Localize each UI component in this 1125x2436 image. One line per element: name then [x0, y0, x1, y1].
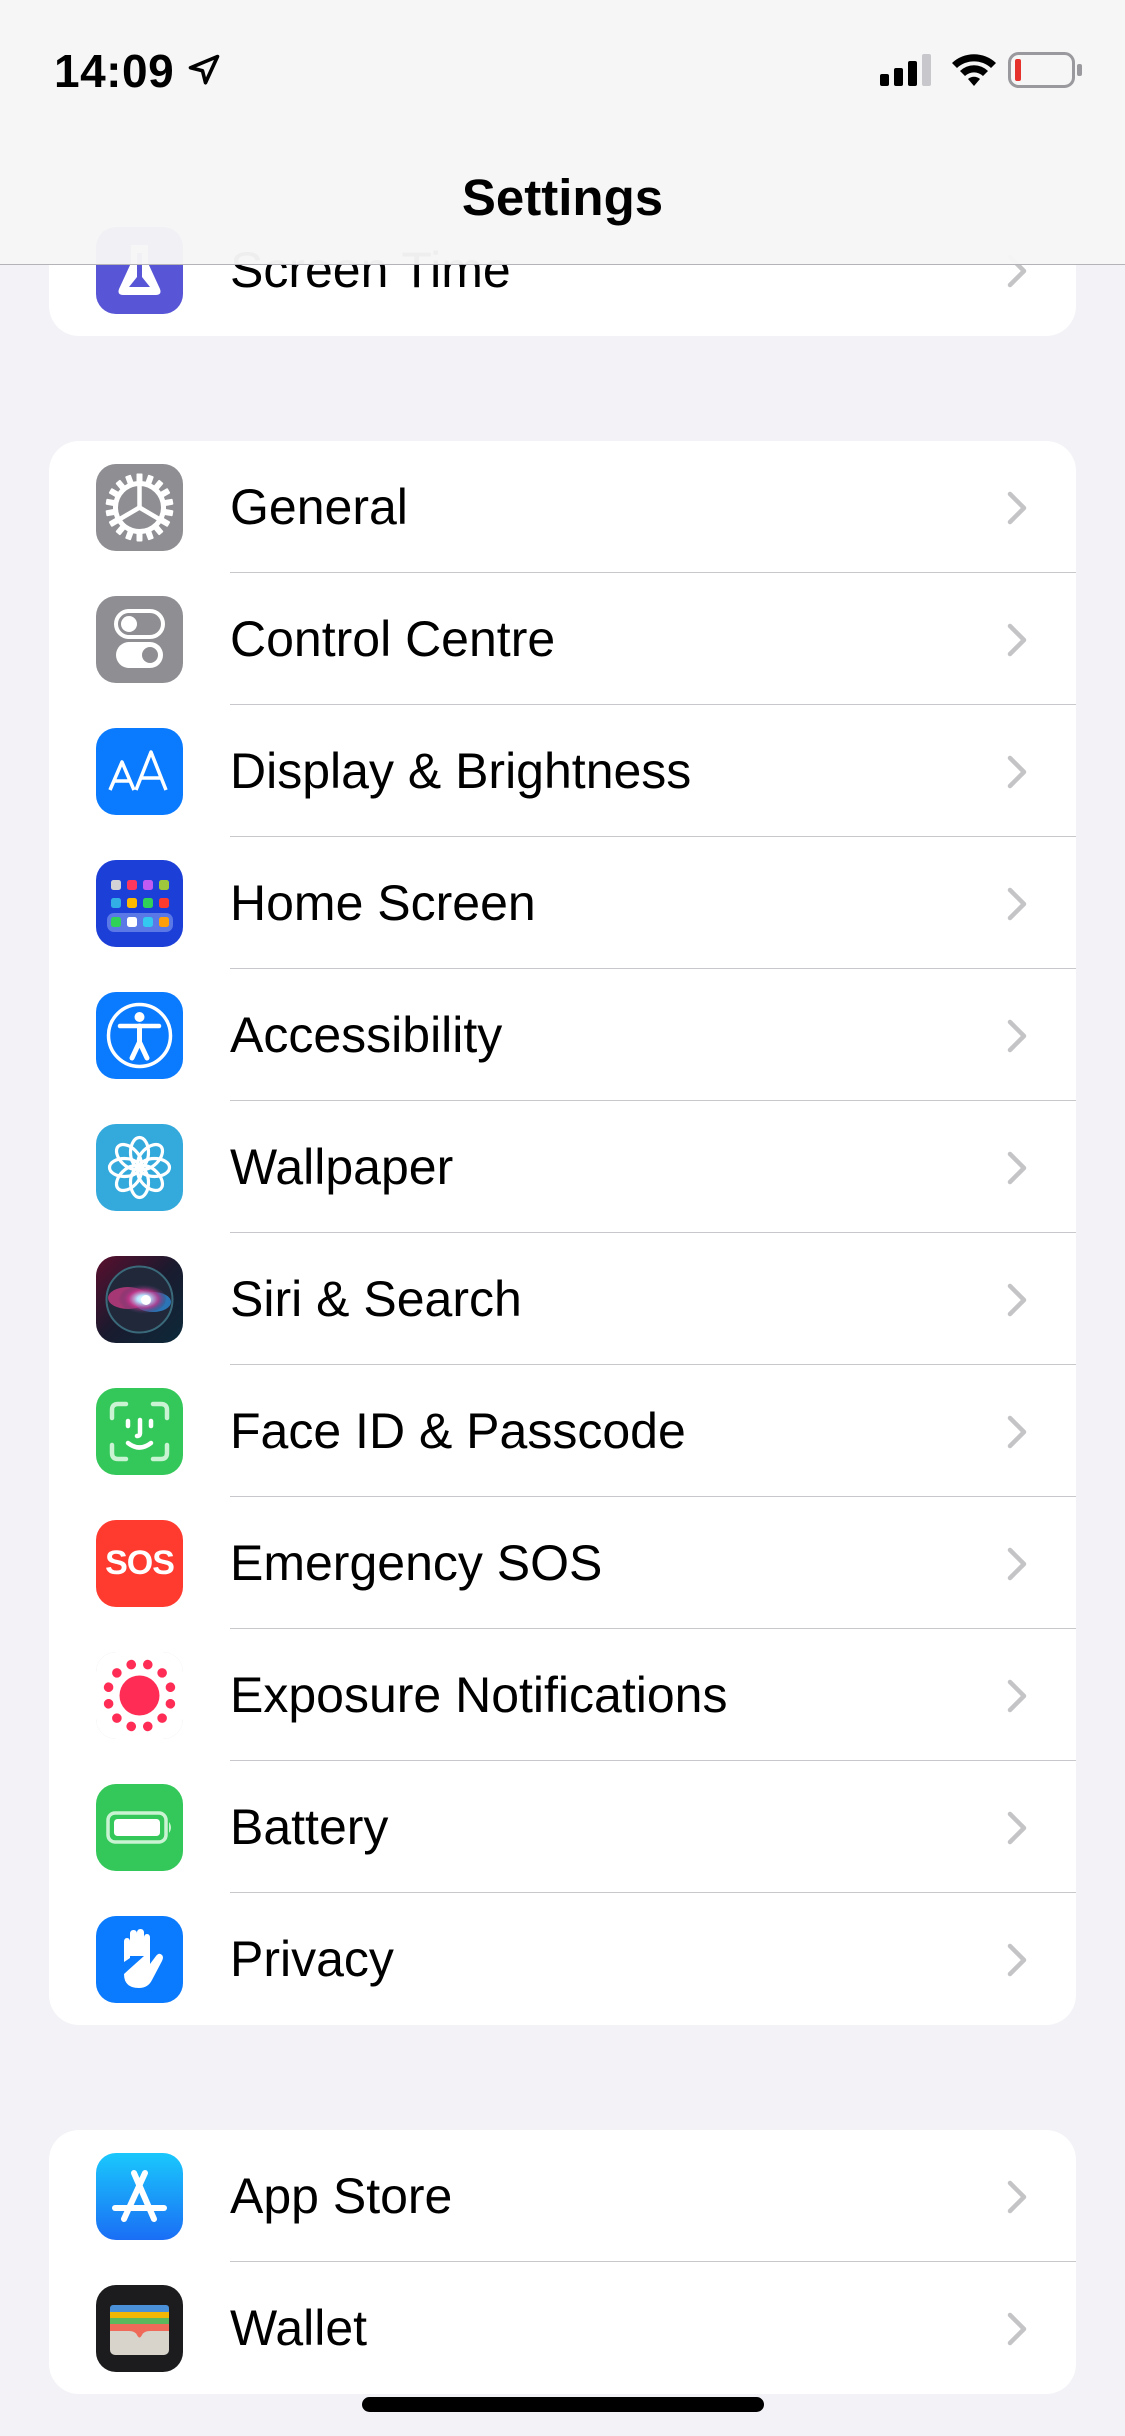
hand-icon — [96, 1916, 183, 2003]
status-bar: 14:09 — [0, 0, 1125, 130]
text-size-icon — [96, 728, 183, 815]
cellular-signal-icon — [880, 54, 931, 86]
chevron-right-icon — [1007, 1283, 1027, 1317]
settings-row-label: Emergency SOS — [230, 1535, 603, 1591]
settings-row-label: Privacy — [230, 1931, 394, 1987]
chevron-right-icon — [1007, 623, 1027, 657]
battery-status-icon — [1008, 52, 1082, 88]
settings-row-wallpaper[interactable]: Wallpaper — [49, 1101, 1076, 1233]
chevron-right-icon — [1007, 887, 1027, 921]
gear-icon — [96, 464, 183, 551]
accessibility-icon — [96, 992, 183, 1079]
sos-icon: SOS — [96, 1520, 183, 1607]
chevron-right-icon — [1007, 1679, 1027, 1713]
settings-row-siri-search[interactable]: Siri & Search — [49, 1233, 1076, 1365]
chevron-right-icon — [1007, 1019, 1027, 1053]
settings-row-privacy[interactable]: Privacy — [49, 1893, 1076, 2025]
settings-row-display-brightness[interactable]: Display & Brightness — [49, 705, 1076, 837]
home-indicator[interactable] — [362, 2397, 764, 2412]
settings-group-store: App Store Wallet — [49, 2130, 1076, 2394]
settings-row-battery[interactable]: Battery — [49, 1761, 1076, 1893]
settings-row-home-screen[interactable]: Home Screen — [49, 837, 1076, 969]
settings-row-label: Exposure Notifications — [230, 1667, 728, 1723]
settings-row-label: General — [230, 479, 408, 535]
home-screen-grid-icon — [96, 860, 183, 947]
exposure-icon — [96, 1652, 183, 1739]
chevron-right-icon — [1007, 1151, 1027, 1185]
page-title: Settings — [461, 169, 664, 226]
settings-row-accessibility[interactable]: Accessibility — [49, 969, 1076, 1101]
settings-row-label: App Store — [230, 2168, 453, 2224]
settings-row-label: Display & Brightness — [230, 743, 692, 799]
chevron-right-icon — [1007, 1415, 1027, 1449]
toggles-icon — [96, 596, 183, 683]
chevron-right-icon — [1007, 755, 1027, 789]
settings-row-app-store[interactable]: App Store — [49, 2130, 1076, 2262]
wifi-icon — [952, 54, 996, 86]
location-arrow-icon — [188, 54, 220, 85]
chevron-right-icon — [1007, 491, 1027, 525]
chevron-right-icon — [1007, 2312, 1027, 2346]
chevron-right-icon — [1007, 1811, 1027, 1845]
settings-row-label: Siri & Search — [230, 1271, 522, 1327]
wallet-icon — [96, 2285, 183, 2372]
settings-row-label: Wallet — [230, 2300, 368, 2356]
siri-icon — [96, 1256, 183, 1343]
settings-row-face-id-passcode[interactable]: Face ID & Passcode — [49, 1365, 1076, 1497]
settings-row-label: Control Centre — [230, 611, 556, 667]
settings-row-label: Wallpaper — [230, 1139, 454, 1195]
sos-icon-text: SOS — [105, 1544, 175, 1582]
settings-row-control-centre[interactable]: Control Centre — [49, 573, 1076, 705]
settings-row-label: Face ID & Passcode — [230, 1403, 686, 1459]
settings-row-wallet[interactable]: Wallet — [49, 2262, 1076, 2394]
chevron-right-icon — [1007, 1943, 1027, 1977]
settings-row-label: Home Screen — [230, 875, 536, 931]
battery-icon — [96, 1784, 183, 1871]
chevron-right-icon — [1007, 2180, 1027, 2214]
chevron-right-icon — [1007, 1547, 1027, 1581]
settings-row-general[interactable]: General — [49, 441, 1076, 573]
settings-row-emergency-sos[interactable]: SOS Emergency SOS — [49, 1497, 1076, 1629]
settings-row-exposure-notifications[interactable]: Exposure Notifications — [49, 1629, 1076, 1761]
flower-icon — [96, 1124, 183, 1211]
face-id-icon — [96, 1388, 183, 1475]
settings-row-label: Accessibility — [230, 1007, 503, 1063]
settings-row-label: Battery — [230, 1799, 389, 1855]
status-time: 14:09 — [54, 45, 175, 97]
settings-group-main: General Control Centre Display & Brightn… — [49, 441, 1076, 2025]
app-store-icon — [96, 2153, 183, 2240]
